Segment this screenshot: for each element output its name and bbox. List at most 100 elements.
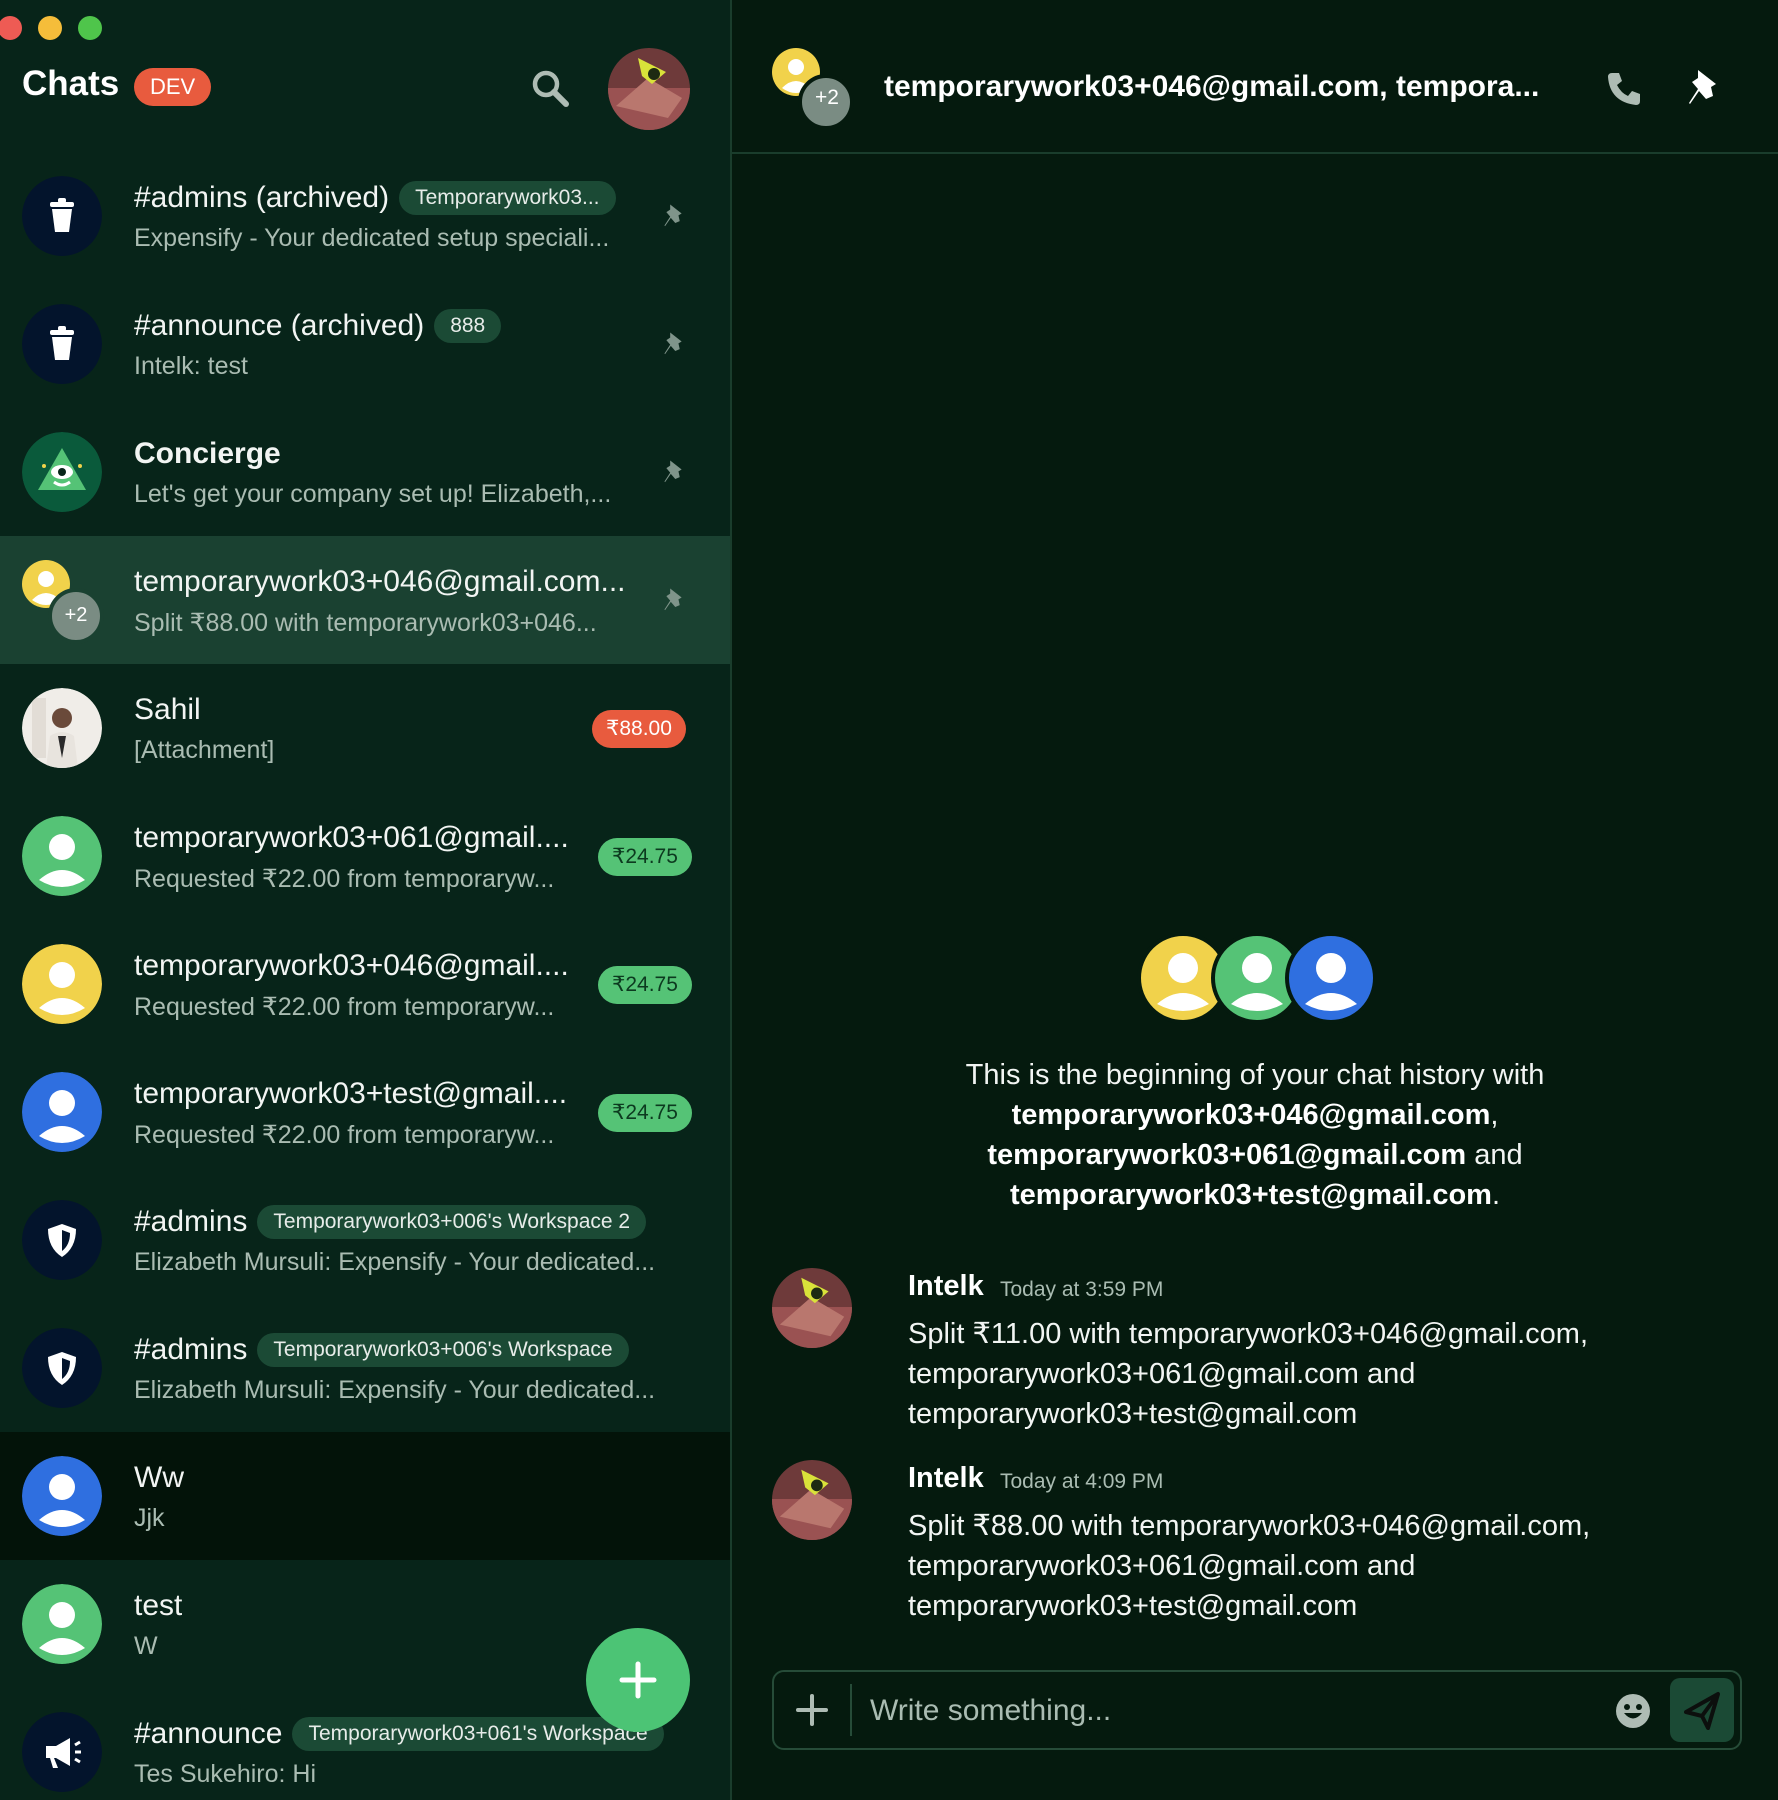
message[interactable]: Intelk Today at 4:09 PM Split ₹88.00 wit… [772,1460,1732,1622]
message-author[interactable]: Intelk [908,1462,984,1495]
window-maximize-button[interactable] [78,16,102,40]
chat-title: Sahil [134,693,201,726]
pin-icon [660,458,688,486]
intro-separator: and [1466,1139,1523,1171]
chat-title: #admins [134,1205,248,1238]
chat-title-line: temporarywork03+test@gmail.... [134,1074,567,1114]
message-text: Split ₹11.00 with temporarywork03+046@gm… [908,1318,1589,1430]
chat-list-item[interactable]: temporarywork03+061@gmail.... Requested ₹… [0,792,730,920]
chat-title-line: #admins (archived) Temporarywork03... [134,178,616,218]
shield-icon [22,1200,102,1280]
pin-icon [660,330,688,358]
chat-list-item[interactable]: temporarywork03+test@gmail.... Requested … [0,1048,730,1176]
intro-participant-2[interactable]: temporarywork03+061@gmail.com [987,1139,1466,1171]
intro-participant-3[interactable]: temporarywork03+test@gmail.com [1010,1179,1492,1211]
chat-preview: Jjk [134,1504,165,1532]
avatar-count: +2 [64,604,88,626]
chat-title: Ww [134,1461,184,1494]
chat-title-line: Ww [134,1458,184,1498]
chat-list-item[interactable]: temporarywork03+046@gmail.... Requested ₹… [0,920,730,1048]
header-avatar-count: +2 [815,86,839,109]
message-avatar[interactable] [772,1460,852,1540]
intro-participant-1[interactable]: temporarywork03+046@gmail.com [1012,1099,1491,1131]
pin-icon [660,202,688,230]
avatar [22,944,102,1024]
chat-title: #admins (archived) [134,181,390,214]
composer [772,1670,1742,1750]
chat-preview: Requested ₹22.00 from temporaryw... [134,1121,555,1149]
chat-title-line: #admins Temporarywork03+006's Workspace [134,1330,629,1370]
chat-title-line: #announce Temporarywork03+061's Workspace [134,1714,664,1754]
message-input[interactable] [868,1686,1592,1736]
avatar [22,1456,102,1536]
intro-separator: , [1490,1099,1499,1131]
phone-icon[interactable] [1604,68,1644,108]
chat-title-line: temporarywork03+061@gmail.... [134,818,569,858]
chat-title: temporarywork03+046@gmail.com... [134,565,626,598]
workspace-tag: 888 [434,309,502,343]
chat-preview: Intelk: test [134,352,248,380]
chat-preview: Requested ₹22.00 from temporaryw... [134,993,555,1021]
avatar [22,432,102,512]
avatar [22,1584,102,1664]
chat-list-item[interactable]: Concierge Let's get your company set up! … [0,408,730,536]
avatar [22,688,102,768]
megaphone-icon [22,1712,102,1792]
message-avatar[interactable] [772,1268,852,1348]
chat-intro-text: This is the beginning of your chat histo… [882,1055,1628,1215]
chat-preview: W [134,1632,158,1660]
chat-title: test [134,1589,183,1622]
chat-title-line: Concierge [134,434,281,474]
message-text: Split ₹88.00 with temporarywork03+046@gm… [908,1510,1591,1622]
chat-header: +2 temporarywork03+046@gmail.com, tempor… [732,0,1778,154]
message-author[interactable]: Intelk [908,1270,984,1303]
chat-title: temporarywork03+test@gmail.... [134,1077,568,1110]
chat-list-item[interactable]: #announce (archived) 888 Intelk: test [0,280,730,408]
chat-title-line: #announce (archived) 888 [134,306,502,346]
chat-title: #admins [134,1333,248,1366]
send-button[interactable] [1670,1678,1734,1742]
amount-badge: ₹24.75 [598,966,692,1004]
shield-icon [22,1328,102,1408]
trash-icon [22,304,102,384]
app-window: Chats DEV #admins (archived) Temporarywor… [0,0,1778,1800]
chat-preview: Split ₹88.00 with temporarywork03+046... [134,609,597,637]
chat-preview: Requested ₹22.00 from temporaryw... [134,865,555,893]
message[interactable]: Intelk Today at 3:59 PM Split ₹11.00 wit… [772,1268,1732,1430]
chat-preview: Expensify - Your dedicated setup special… [134,224,610,252]
intro-lead: This is the beginning of your chat histo… [965,1059,1545,1091]
chat-title[interactable]: temporarywork03+046@gmail.com, tempora..… [884,70,1584,104]
new-chat-button[interactable] [586,1628,690,1732]
add-attachment-icon[interactable] [788,1686,836,1734]
chat-list-item[interactable]: #admins (archived) Temporarywork03... Expe… [0,152,730,280]
sidebar: Chats DEV #admins (archived) Temporarywor… [0,0,732,1800]
env-badge: DEV [134,68,212,106]
message-timestamp: Today at 3:59 PM [1000,1278,1164,1301]
chat-title-line: Sahil [134,690,201,730]
current-user-avatar[interactable] [608,48,690,130]
window-close-button[interactable] [0,16,22,40]
workspace-tag: Temporarywork03... [399,181,616,215]
chat-title: Concierge [134,437,281,470]
intro-end: . [1491,1179,1501,1211]
emoji-icon[interactable] [1614,1692,1652,1730]
chat-list-item[interactable]: Sahil [Attachment] ₹88.00 [0,664,730,792]
chat-list-item[interactable]: Ww Jjk [0,1432,730,1560]
avatar [22,1072,102,1152]
chat-title: temporarywork03+061@gmail.... [134,821,569,854]
header-avatar[interactable]: +2 [772,48,856,130]
window-minimize-button[interactable] [38,16,62,40]
workspace-tag: Temporarywork03+006's Workspace [257,1333,629,1367]
chat-list-item[interactable]: #admins Temporarywork03+006's Workspace 2… [0,1176,730,1304]
chat-preview: [Attachment] [134,736,275,764]
chat-pane: +2 temporarywork03+046@gmail.com, tempor… [732,0,1778,1800]
trash-icon [22,176,102,256]
search-icon[interactable] [528,66,572,110]
amount-badge: ₹24.75 [598,838,692,876]
pin-icon[interactable] [1684,66,1724,110]
chat-list-item[interactable]: +2 temporarywork03+046@gmail.com... Split … [0,536,730,664]
chat-title-line: temporarywork03+046@gmail.... [134,946,569,986]
amount-badge: ₹88.00 [592,710,686,748]
chat-list-item[interactable]: #admins Temporarywork03+006's Workspace El… [0,1304,730,1432]
chat-preview: Tes Sukehiro: Hi [134,1760,317,1788]
